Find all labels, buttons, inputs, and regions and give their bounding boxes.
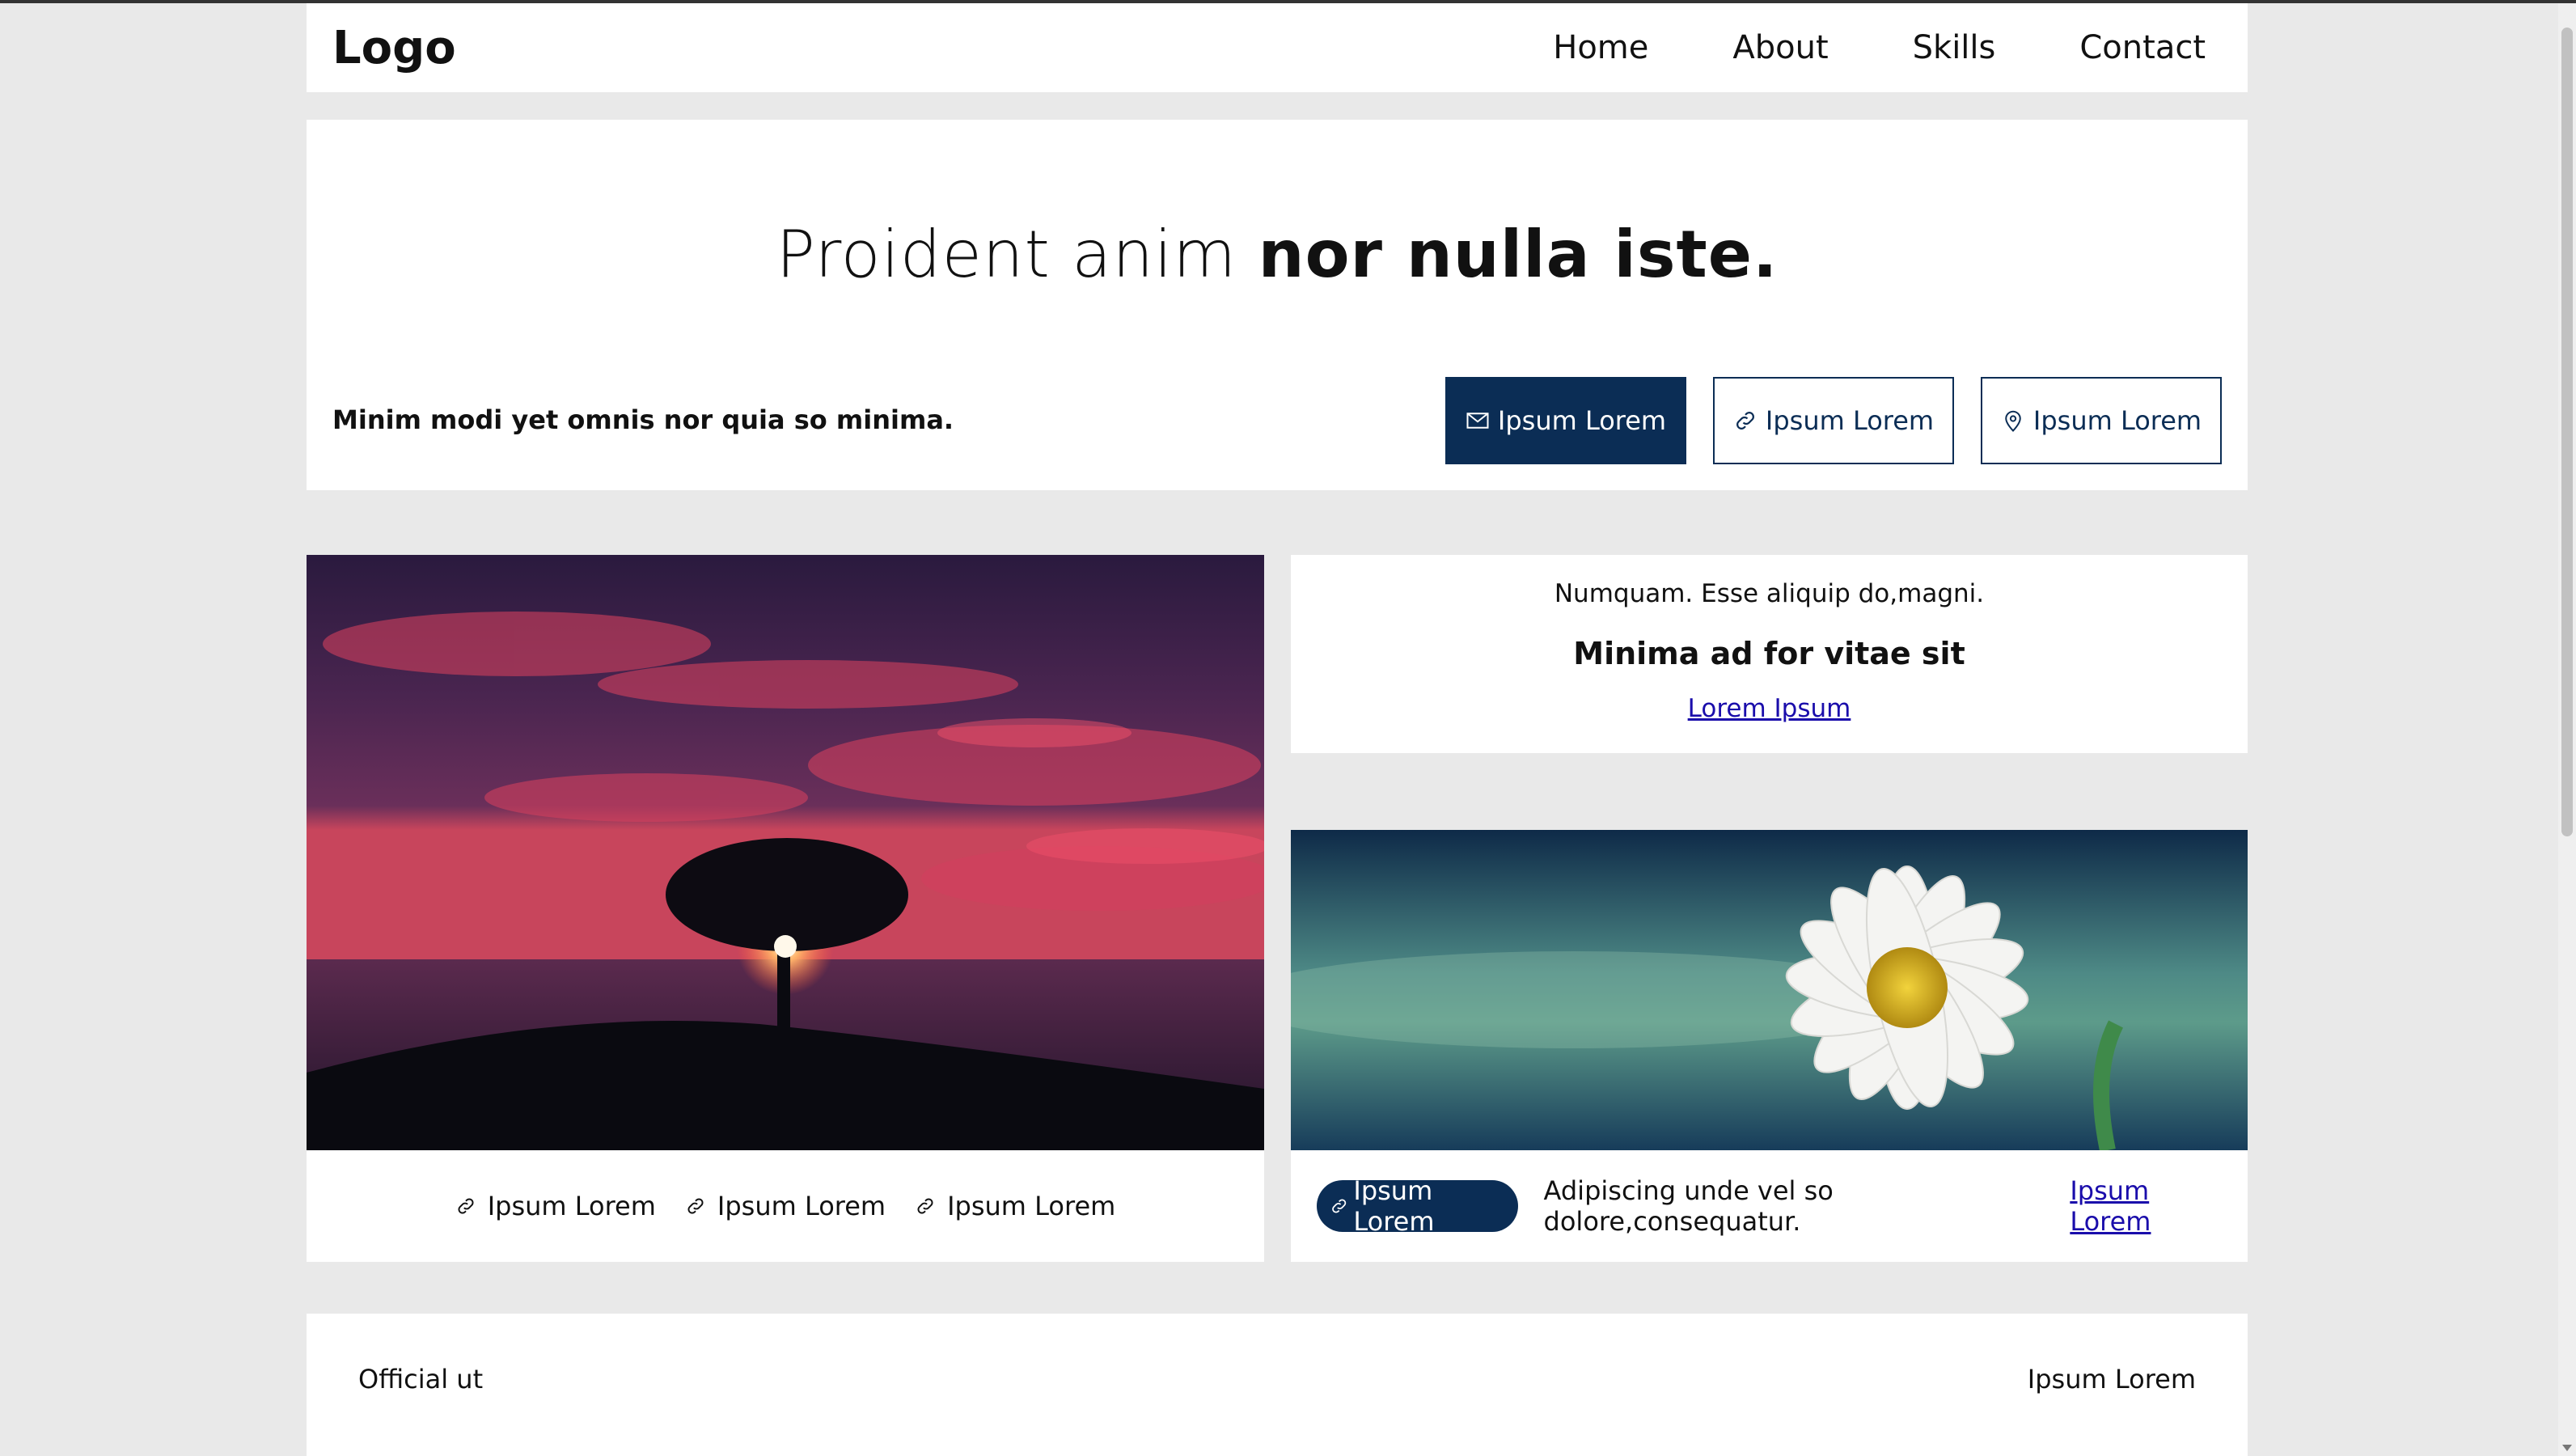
hero-title-bold: nor nulla iste. — [1258, 217, 1779, 292]
feature-card-right-link[interactable]: Ipsum Lorem — [2070, 1175, 2222, 1237]
link-icon — [1332, 1199, 1347, 1213]
feature-card-left: Ipsum Lorem Ipsum Lorem Ipsum Lorem — [307, 555, 1264, 1262]
card-left-link-1[interactable]: Ipsum Lorem — [455, 1191, 656, 1221]
nav-about[interactable]: About — [1690, 29, 1870, 66]
card-left-link-3[interactable]: Ipsum Lorem — [915, 1191, 1115, 1221]
location-button-label: Ipsum Lorem — [2032, 405, 2202, 436]
card-left-link-2[interactable]: Ipsum Lorem — [685, 1191, 886, 1221]
link-button[interactable]: Ipsum Lorem — [1713, 377, 1954, 464]
footer-right-link[interactable]: Ipsum Lorem — [2028, 1364, 2196, 1395]
hero-button-group: Ipsum Lorem Ipsum Lorem Ipsum Lorem — [1445, 377, 2222, 464]
hero-title-light: Proident anim — [776, 217, 1258, 292]
location-pin-icon — [2005, 410, 2021, 432]
info-card-link[interactable]: Lorem Ipsum — [1291, 694, 2248, 723]
link-button-label: Ipsum Lorem — [1765, 405, 1935, 436]
logo[interactable]: Logo — [332, 22, 456, 74]
feature-card-right: Ipsum Lorem Adipiscing unde vel so dolor… — [1291, 830, 2248, 1262]
contact-mail-button-label: Ipsum Lorem — [1497, 405, 1667, 436]
feature-card-right-text: Adipiscing unde vel so dolore,consequatu… — [1543, 1175, 1834, 1237]
main-nav: Home About Skills Contact — [1511, 29, 2222, 66]
daisy-flower-image — [1291, 830, 2248, 1150]
scrollbar-thumb[interactable] — [2561, 28, 2573, 836]
vertical-scrollbar[interactable] — [2558, 3, 2576, 1456]
link-icon — [917, 1198, 933, 1214]
info-card: Numquam. Esse aliquip do,magni. Minima a… — [1291, 555, 2248, 753]
scroll-down-arrow-icon[interactable] — [2562, 1445, 2572, 1451]
info-card-text: Numquam. Esse aliquip do,magni. — [1554, 579, 1985, 608]
hero-subtitle: Minim modi yet omnis nor quia so minima. — [332, 404, 954, 435]
mail-icon — [1466, 413, 1489, 429]
link-icon — [1736, 412, 1754, 430]
nav-home[interactable]: Home — [1511, 29, 1690, 66]
nav-contact[interactable]: Contact — [2037, 29, 2222, 66]
sunset-tree-image — [307, 555, 1264, 1150]
card-left-link-3-label: Ipsum Lorem — [947, 1191, 1116, 1221]
link-icon — [687, 1198, 704, 1214]
ipsum-pill-button[interactable]: Ipsum Lorem — [1317, 1175, 1518, 1237]
card-left-link-2-label: Ipsum Lorem — [717, 1191, 886, 1221]
link-icon — [458, 1198, 474, 1214]
site-header: Logo Home About Skills Contact — [307, 3, 2248, 92]
footer-left-text: Official ut — [358, 1364, 484, 1395]
location-button[interactable]: Ipsum Lorem — [1981, 377, 2222, 464]
contact-mail-button[interactable]: Ipsum Lorem — [1445, 377, 1686, 464]
info-card-heading: Minima ad for vitae sit — [1573, 636, 1965, 671]
hero-title: Proident anim nor nulla iste. — [307, 217, 2248, 292]
feature-card-right-footer: Ipsum Lorem Adipiscing unde vel so dolor… — [1317, 1150, 2222, 1262]
card-left-links: Ipsum Lorem Ipsum Lorem Ipsum Lorem — [307, 1150, 1264, 1262]
card-left-link-1-label: Ipsum Lorem — [487, 1191, 656, 1221]
site-footer: Official ut Ipsum Lorem — [307, 1314, 2248, 1456]
hero-section: Proident anim nor nulla iste. Minim modi… — [307, 120, 2248, 490]
nav-skills[interactable]: Skills — [1871, 29, 2038, 66]
ipsum-pill-label: Ipsum Lorem — [1353, 1175, 1435, 1237]
